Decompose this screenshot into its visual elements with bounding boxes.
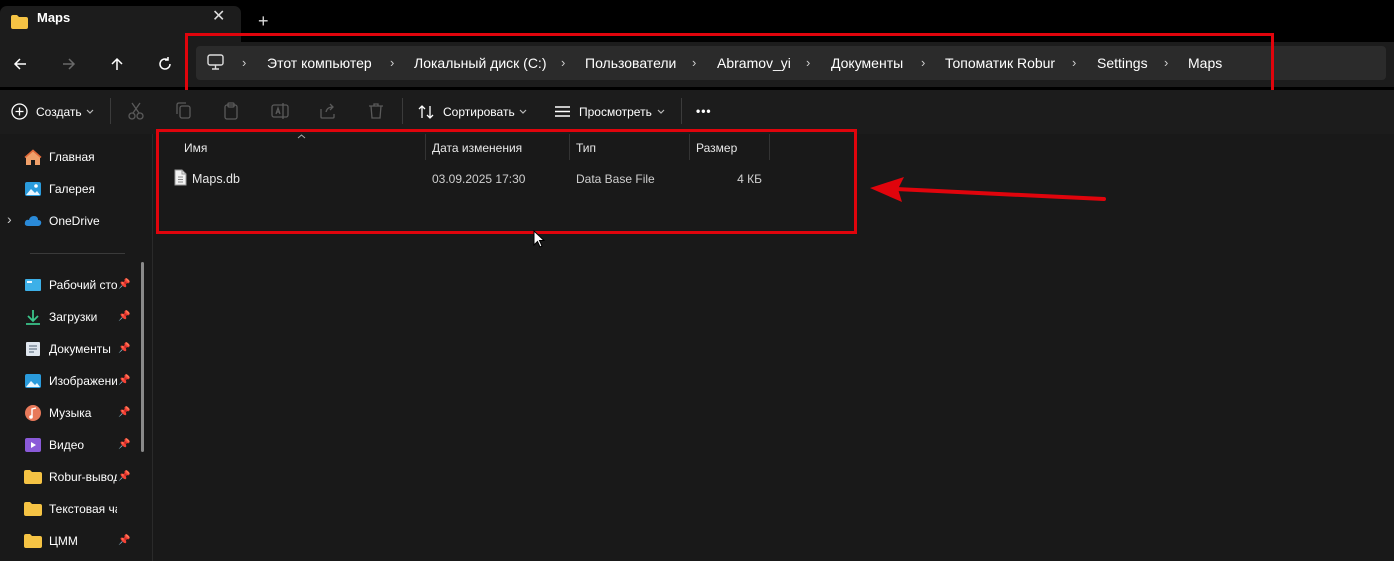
close-tab-icon[interactable]: ✕ bbox=[212, 6, 225, 26]
tab-title: Maps bbox=[37, 10, 71, 25]
sidebar-item-label: Галерея bbox=[49, 182, 96, 196]
copy-icon[interactable] bbox=[174, 101, 194, 121]
pin-icon: 📌 bbox=[118, 311, 131, 322]
annotation-box-file-list bbox=[156, 129, 857, 234]
pin-icon: 📌 bbox=[118, 535, 131, 546]
folder-icon bbox=[24, 502, 42, 516]
rename-icon[interactable] bbox=[270, 101, 290, 121]
pin-icon: 📌 bbox=[118, 375, 131, 386]
sidebar-item-label: Главная bbox=[49, 150, 95, 164]
sidebar-item-gallery[interactable]: Галерея bbox=[24, 175, 142, 203]
pin-icon: 📌 bbox=[118, 343, 131, 354]
create-button[interactable]: Создать bbox=[36, 105, 82, 119]
sidebar-item-text-part[interactable]: Текстовая часть bbox=[24, 495, 142, 523]
toolbar-divider bbox=[110, 98, 111, 124]
cut-icon[interactable] bbox=[126, 101, 146, 121]
folder-icon bbox=[24, 534, 42, 548]
more-options-button[interactable]: ••• bbox=[696, 104, 712, 118]
delete-icon[interactable] bbox=[366, 101, 386, 121]
sidebar-item-label: Изображения bbox=[49, 374, 117, 388]
sort-button[interactable]: Сортировать bbox=[443, 105, 515, 119]
arrow-up-icon bbox=[111, 57, 123, 70]
mouse-cursor-icon bbox=[533, 230, 545, 248]
folder-icon bbox=[11, 15, 28, 29]
sidebar-item-label: Загрузки bbox=[49, 310, 98, 324]
sidebar-item-onedrive[interactable]: OneDrive bbox=[24, 207, 142, 235]
pin-icon: 📌 bbox=[118, 471, 131, 482]
sidebar-item-label: Рабочий стол bbox=[49, 278, 117, 292]
chevron-down-icon bbox=[519, 109, 527, 114]
new-tab-button[interactable]: + bbox=[258, 12, 269, 30]
cloud-icon bbox=[24, 216, 42, 226]
sort-icon bbox=[418, 105, 434, 119]
gallery-icon bbox=[25, 182, 41, 196]
pin-icon: 📌 bbox=[118, 407, 131, 418]
sidebar-item-label: Музыка bbox=[49, 406, 92, 420]
plus-circle-icon bbox=[11, 103, 28, 120]
refresh-button[interactable] bbox=[153, 53, 177, 75]
desktop-icon bbox=[25, 279, 41, 291]
expand-chevron-icon[interactable]: › bbox=[7, 211, 12, 227]
toolbar-divider bbox=[402, 98, 403, 124]
sidebar-item-label: OneDrive bbox=[49, 214, 100, 228]
paste-icon[interactable] bbox=[222, 101, 242, 121]
sidebar-item-label: ЦММ bbox=[49, 534, 78, 548]
chevron-down-icon bbox=[657, 109, 665, 114]
sidebar-item-home[interactable]: Главная bbox=[24, 143, 142, 171]
sidebar-item-label: Видео bbox=[49, 438, 85, 452]
folder-icon bbox=[24, 470, 42, 484]
arrow-right-icon bbox=[63, 58, 76, 70]
music-icon bbox=[25, 405, 41, 421]
view-button[interactable]: Просмотреть bbox=[579, 105, 652, 119]
pictures-icon bbox=[25, 374, 41, 388]
sidebar-divider bbox=[152, 134, 153, 561]
video-icon bbox=[25, 438, 41, 452]
sidebar-item-label: Текстовая часть bbox=[49, 502, 117, 516]
sidebar-item-label: Документы bbox=[49, 342, 111, 356]
share-icon[interactable] bbox=[318, 101, 338, 121]
home-icon bbox=[24, 148, 42, 165]
arrow-left-icon bbox=[13, 58, 26, 70]
documents-icon bbox=[26, 342, 40, 356]
up-button[interactable] bbox=[105, 53, 129, 75]
pin-icon: 📌 bbox=[118, 279, 131, 290]
refresh-icon bbox=[159, 57, 171, 70]
sidebar-separator bbox=[30, 253, 125, 254]
download-icon bbox=[26, 310, 40, 325]
sidebar-item-label: Robur-выводы bbox=[49, 470, 117, 484]
view-list-icon bbox=[555, 106, 570, 117]
back-button[interactable] bbox=[8, 53, 32, 75]
forward-button[interactable] bbox=[57, 53, 81, 75]
annotation-arrow bbox=[870, 177, 1106, 202]
pin-icon: 📌 bbox=[118, 439, 131, 450]
toolbar-divider bbox=[681, 98, 682, 124]
chevron-down-icon bbox=[86, 109, 94, 114]
